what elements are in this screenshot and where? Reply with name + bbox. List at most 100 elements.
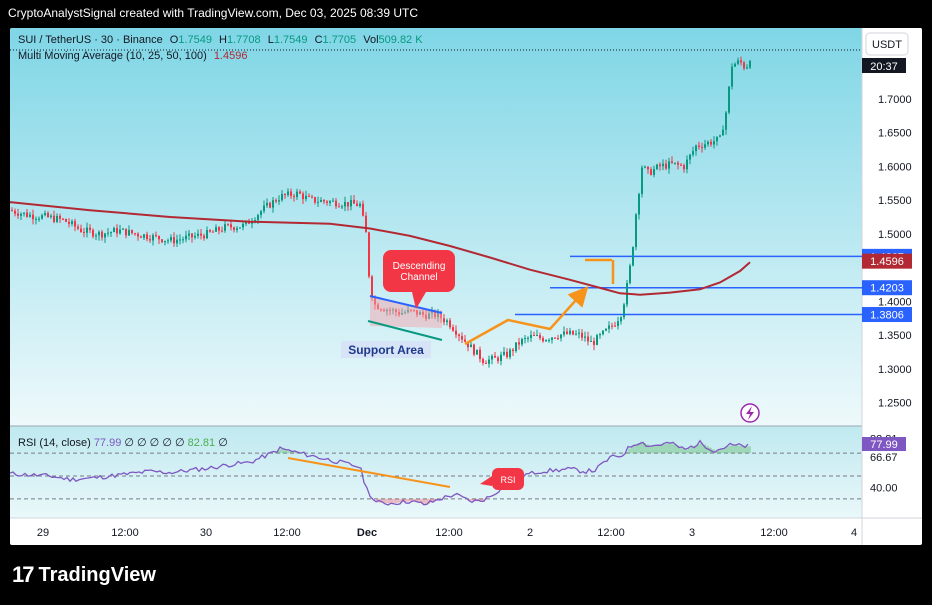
candle-body (551, 337, 553, 340)
candle-body (641, 167, 643, 194)
rsi-overbought-fill (688, 448, 691, 454)
candle-body (695, 145, 697, 152)
rsi-legend[interactable]: RSI (14, close) 77.99 ∅ ∅ ∅ ∅ ∅ 82.81 ∅ (18, 436, 228, 449)
rsi-value: 77.99 (93, 437, 122, 449)
ohlc-legend[interactable]: SUI / TetherUS · 30 · Binance O1.7549 H1… (18, 34, 427, 46)
candle-body (140, 236, 142, 238)
candle-body (566, 331, 568, 334)
candle-body (320, 200, 322, 202)
candle-body (35, 218, 37, 220)
rsi-overbought-fill (652, 445, 655, 454)
candle-body (278, 200, 280, 202)
candle-body (158, 235, 160, 240)
callout-line-1: Descending (393, 261, 446, 272)
candle-body (197, 233, 199, 236)
ma-label[interactable]: Multi Moving Average (10, 25, 50, 100) (18, 50, 207, 62)
candle-body (554, 337, 556, 339)
candle-body (275, 200, 277, 202)
candle-body (545, 340, 547, 342)
candle-body (224, 224, 226, 231)
ma-value: 1.4596 (213, 50, 248, 62)
candle-body (542, 338, 544, 342)
candle-body (362, 203, 364, 216)
candle-body (617, 321, 619, 326)
candle-body (599, 334, 601, 336)
tradingview-logo[interactable]: 17 TradingView (12, 562, 156, 588)
low-value: 1.7549 (273, 34, 308, 46)
candle-body (311, 196, 313, 198)
candle-body (242, 223, 244, 228)
close-label: C (314, 34, 323, 46)
candle-body (677, 162, 679, 165)
candle-body (506, 351, 508, 358)
candle-body (239, 227, 241, 229)
ma-legend[interactable]: Multi Moving Average (10, 25, 50, 100) 1… (18, 50, 251, 62)
lightning-icon[interactable] (740, 403, 760, 423)
rsi-tick: 40.00 (870, 482, 898, 494)
candle-body (20, 213, 22, 216)
rsi-label[interactable]: RSI (14, close) (18, 437, 91, 449)
price-badges: 1.46671.45961.42031.3806 (862, 248, 912, 323)
support-area-label[interactable]: Support Area (341, 341, 431, 358)
candle-body (308, 195, 310, 197)
time-tick: 12:00 (597, 527, 625, 539)
candle-body (209, 230, 211, 232)
candle-body (185, 235, 187, 240)
candle-body (596, 335, 598, 345)
candle-body (155, 235, 157, 237)
rsi-oversold-fill (397, 498, 400, 503)
rsi-overbought-fill (748, 446, 751, 454)
candle-body (563, 331, 565, 335)
candle-body (698, 145, 700, 147)
candle-body (524, 338, 526, 340)
candle-body (728, 86, 730, 113)
price-tick: 1.3000 (878, 364, 912, 376)
rsi-oversold-fill (406, 498, 409, 502)
candle-body (68, 221, 70, 224)
candle-body (509, 349, 511, 358)
chart-frame[interactable]: Descending Channel Support Area RSI 1.70… (10, 28, 922, 545)
currency-button[interactable]: USDT (865, 32, 909, 56)
candle-body (704, 144, 706, 148)
candle-body (302, 193, 304, 200)
candle-body (323, 200, 325, 202)
price-tick: 1.7000 (878, 94, 912, 106)
symbol-label[interactable]: SUI / TetherUS · 30 · Binance (18, 34, 163, 46)
candle-body (221, 230, 223, 232)
candle-body (110, 232, 112, 234)
candle-body (569, 330, 571, 334)
candle-body (338, 206, 340, 208)
rsi-oversold-fill (394, 498, 397, 503)
candle-body (317, 201, 319, 203)
time-tick: 12:00 (760, 527, 788, 539)
candle-body (287, 191, 289, 196)
candle-body (128, 229, 130, 236)
chart-canvas[interactable]: Descending Channel Support Area RSI 1.70… (10, 28, 922, 545)
candle-body (671, 161, 673, 163)
candle-body (500, 354, 502, 362)
rsi-empty-values: ∅ ∅ ∅ ∅ ∅ (124, 437, 185, 449)
tv-logo-icon: 17 (12, 562, 35, 587)
candle-body (686, 159, 688, 170)
candle-body (146, 234, 148, 240)
vol-label: Vol (363, 34, 379, 46)
candle-body (263, 205, 265, 212)
rsi-overbought-fill (667, 443, 670, 454)
rsi-overbought-fill (685, 449, 688, 454)
candle-body (95, 235, 97, 237)
rsi-oversold-fill (391, 498, 394, 504)
time-tick: 12:00 (111, 527, 139, 539)
candle-body (602, 330, 604, 335)
candle-body (227, 224, 229, 226)
candle-body (371, 276, 373, 299)
rsi-overbought-fill (658, 444, 661, 454)
candle-body (692, 151, 694, 155)
candle-body (731, 66, 733, 87)
candle-body (332, 200, 334, 202)
candle-body (56, 215, 58, 222)
candle-body (647, 166, 649, 170)
candle-body (539, 335, 541, 339)
candle-body (527, 337, 529, 339)
candle-body (167, 240, 169, 242)
candle-body (284, 194, 286, 196)
